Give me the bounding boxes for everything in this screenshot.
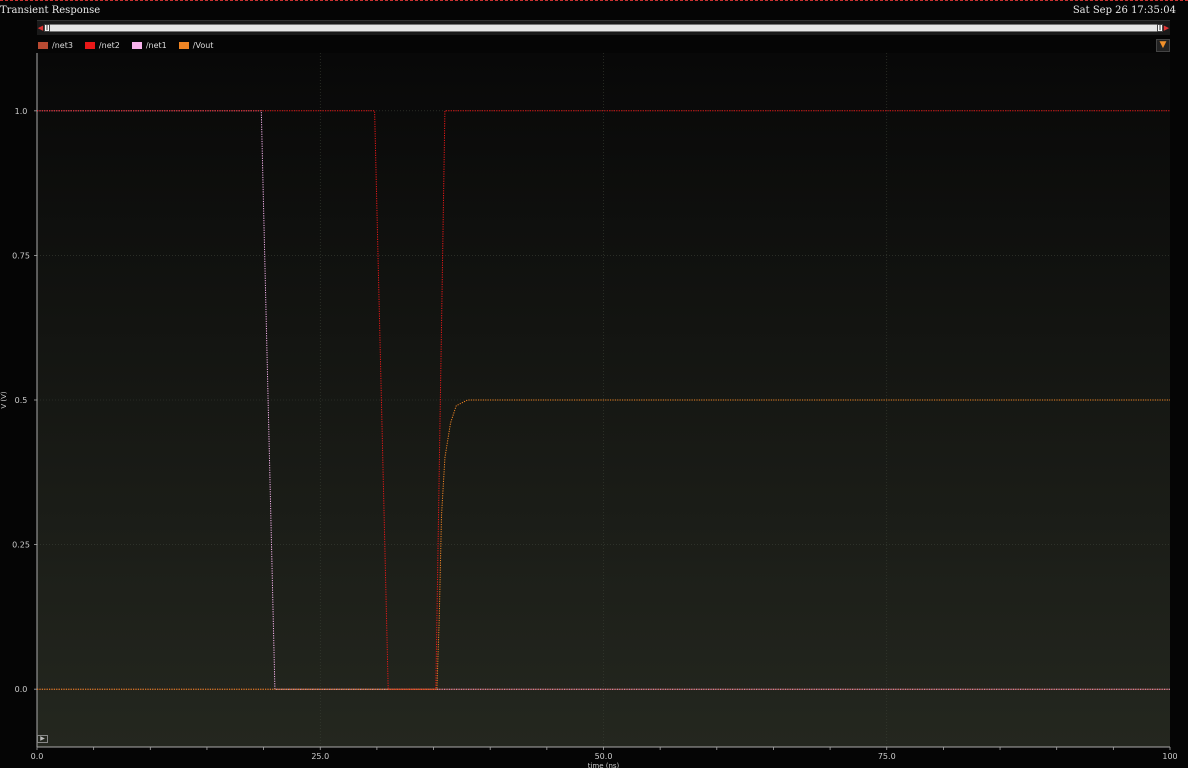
x-tick-label: 100 xyxy=(1162,752,1177,761)
transient-chart: 0.0 25.0 50.0 75.0 100 0.0 0.25 0.5 0.75 1.0 time … xyxy=(0,53,1178,768)
y-tick-label: 0.0 xyxy=(15,685,28,694)
x-tick-label: 75.0 xyxy=(878,752,896,761)
x-axis-label: time (ns) xyxy=(588,762,620,768)
y-axis-label: V (V) xyxy=(0,391,8,409)
y-tick-label: 0.75 xyxy=(12,251,30,260)
x-tick-label: 0.0 xyxy=(31,752,44,761)
y-tick-label: 0.5 xyxy=(15,396,28,405)
x-tick-label: 25.0 xyxy=(311,752,329,761)
x-tick-label: 50.0 xyxy=(595,752,613,761)
y-tick-label: 1.0 xyxy=(15,107,28,116)
play-icon: ▶ xyxy=(40,735,45,742)
y-tick-label: 0.25 xyxy=(12,541,30,550)
expand-button[interactable]: ▶ xyxy=(37,735,48,743)
